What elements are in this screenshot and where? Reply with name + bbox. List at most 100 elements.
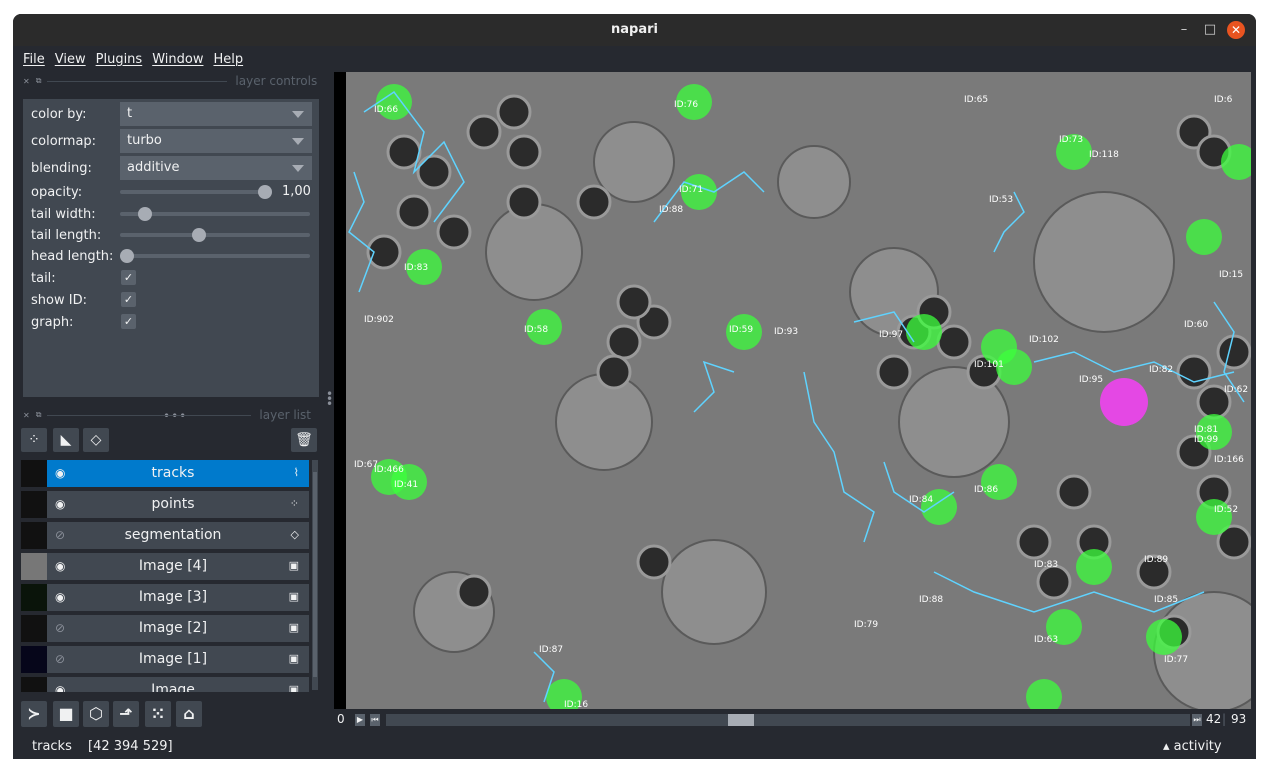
grid-view-button[interactable]: ⁙ <box>145 701 171 727</box>
new-points-layer-button[interactable]: ⁘ <box>21 428 47 452</box>
title-bar: napari – □ ✕ <box>13 14 1256 46</box>
menu-help[interactable]: Help <box>213 52 243 67</box>
transpose-dims-button[interactable]: ⬏ <box>113 701 139 727</box>
minimize-button[interactable]: – <box>1175 21 1193 39</box>
tail-length-label: tail length: <box>31 227 102 243</box>
menu-view[interactable]: View <box>55 52 86 67</box>
eye-icon[interactable]: ◉ <box>55 559 65 573</box>
eye-closed-icon[interactable]: ⊘ <box>55 621 65 635</box>
dock-float-icon[interactable]: ⧉ <box>36 76 42 86</box>
color-by-combo[interactable]: t <box>120 102 312 126</box>
red-blood-cell <box>1056 474 1092 510</box>
menu-window[interactable]: Window <box>152 52 203 67</box>
tail-length-slider-handle[interactable] <box>192 228 207 242</box>
eye-icon[interactable]: ◉ <box>55 590 65 604</box>
tail-width-row: tail width: <box>31 203 119 225</box>
image-canvas[interactable]: ID:66 ID:76 ID:6 ID:73 ID:118 ID:71 ID:88 ID:53… <box>334 72 1251 709</box>
step-back-button[interactable]: ⏮ <box>370 714 380 726</box>
track-id-label: ID:466 <box>374 465 404 475</box>
track-id-label: ID:66 <box>374 105 398 115</box>
roll-dims-button[interactable]: ⬡ <box>83 701 109 727</box>
red-blood-cell <box>456 574 492 610</box>
blending-combo[interactable]: additive <box>120 156 312 180</box>
layer-row-image-1[interactable]: ⊘ Image [1] ▣ <box>21 646 309 673</box>
opacity-row: opacity: <box>31 181 119 203</box>
head-length-slider-handle[interactable] <box>120 249 134 263</box>
layer-row-image-2[interactable]: ⊘ Image [2] ▣ <box>21 615 309 642</box>
eye-icon[interactable]: ◉ <box>55 683 65 692</box>
labels-icon: ◇ <box>290 528 299 541</box>
layer-row-image-3[interactable]: ◉ Image [3] ▣ <box>21 584 309 611</box>
layer-controls-panel: color by: t colormap: turbo blending: ad… <box>23 99 319 397</box>
layer-thumbnail <box>21 677 47 692</box>
magenta-nucleus <box>1100 378 1148 426</box>
track-id-label: ID:52 <box>1214 505 1238 515</box>
layer-name: Image [2] <box>138 620 208 636</box>
eye-icon[interactable]: ◉ <box>55 497 65 511</box>
chevron-up-icon: ▴ <box>1163 739 1170 754</box>
layer-list-scrollbar[interactable] <box>312 460 318 690</box>
opacity-slider-handle[interactable] <box>258 185 272 199</box>
tail-length-slider[interactable] <box>120 228 310 242</box>
layer-name: Image [4] <box>138 558 208 574</box>
track-id-label: ID:16 <box>564 700 588 709</box>
delete-layer-button[interactable]: 🗑 <box>291 428 317 452</box>
red-blood-cell <box>606 324 642 360</box>
layer-row-points[interactable]: ◉ points ⁘ <box>21 491 309 518</box>
head-length-slider[interactable] <box>120 249 310 263</box>
close-button[interactable]: ✕ <box>1227 21 1245 39</box>
ndisplay-button[interactable]: ■ <box>53 701 79 727</box>
fluorescent-nucleus <box>1186 219 1222 255</box>
left-dock: ✕ ⧉ layer controls color by: t colormap:… <box>13 72 333 732</box>
eye-closed-icon[interactable]: ⊘ <box>55 652 65 666</box>
frame-start-label: 0 <box>337 712 345 726</box>
opacity-slider[interactable] <box>120 185 272 199</box>
tail-checkbox[interactable]: ✓ <box>121 270 136 285</box>
show-id-checkbox[interactable]: ✓ <box>121 292 136 307</box>
track-id-label: ID:6 <box>1214 95 1233 105</box>
maximize-button[interactable]: □ <box>1201 21 1219 39</box>
activity-button[interactable]: ▴ activity <box>1163 739 1222 754</box>
step-forward-button[interactable]: ⏭ <box>1192 714 1202 726</box>
dock-resize-handle[interactable]: • • • <box>326 388 333 410</box>
graph-checkbox[interactable]: ✓ <box>121 314 136 329</box>
eye-closed-icon[interactable]: ⊘ <box>55 528 65 542</box>
red-blood-cell <box>1176 354 1212 390</box>
track-id-label: ID:62 <box>1224 385 1248 395</box>
head-length-label: head length: <box>31 248 114 264</box>
tail-width-slider[interactable] <box>120 207 310 221</box>
play-button[interactable]: ▶ <box>355 714 365 726</box>
track-id-label: ID:97 <box>879 330 903 340</box>
layer-row-image-4[interactable]: ◉ Image [4] ▣ <box>21 553 309 580</box>
track-id-label: ID:63 <box>1034 635 1058 645</box>
track-id-label: ID:83 <box>1034 560 1058 570</box>
new-labels-layer-button[interactable]: ◇ <box>83 428 109 452</box>
microscopy-view[interactable]: ID:66 ID:76 ID:6 ID:73 ID:118 ID:71 ID:88 ID:53… <box>334 72 1251 709</box>
tail-row: tail: <box>31 267 119 289</box>
dock-close-icon[interactable]: ✕ <box>23 77 30 86</box>
dock-float-icon[interactable]: ⧉ <box>36 410 42 420</box>
console-button[interactable]: ≻ <box>21 701 47 727</box>
menu-plugins[interactable]: Plugins <box>96 52 143 67</box>
new-shapes-layer-button[interactable]: ◣ <box>53 428 79 452</box>
layer-row-tracks[interactable]: ◉ tracks ⌇ <box>21 460 309 487</box>
track-id-label: ID:99 <box>1194 435 1218 445</box>
track-id-label: ID:87 <box>539 645 563 655</box>
layer-row-image[interactable]: ◉ Image ▣ <box>21 677 309 692</box>
dock-close-icon[interactable]: ✕ <box>23 411 30 420</box>
menu-file[interactable]: File <box>23 52 45 67</box>
frame-slider[interactable] <box>386 714 1190 726</box>
home-button[interactable]: ⌂ <box>176 701 202 727</box>
colormap-combo[interactable]: turbo <box>120 129 312 153</box>
blending-value: additive <box>127 160 180 175</box>
red-blood-cell <box>436 214 472 250</box>
frame-slider-handle[interactable] <box>728 714 755 726</box>
cell <box>661 539 767 645</box>
eye-icon[interactable]: ◉ <box>55 466 65 480</box>
tail-width-slider-handle[interactable] <box>137 207 152 221</box>
color-by-row: color by: <box>31 103 119 125</box>
track-id-label: ID:93 <box>774 327 798 337</box>
layer-name: segmentation <box>124 527 222 543</box>
scrollbar-thumb[interactable] <box>313 472 317 677</box>
layer-row-segmentation[interactable]: ⊘ segmentation ◇ <box>21 522 309 549</box>
